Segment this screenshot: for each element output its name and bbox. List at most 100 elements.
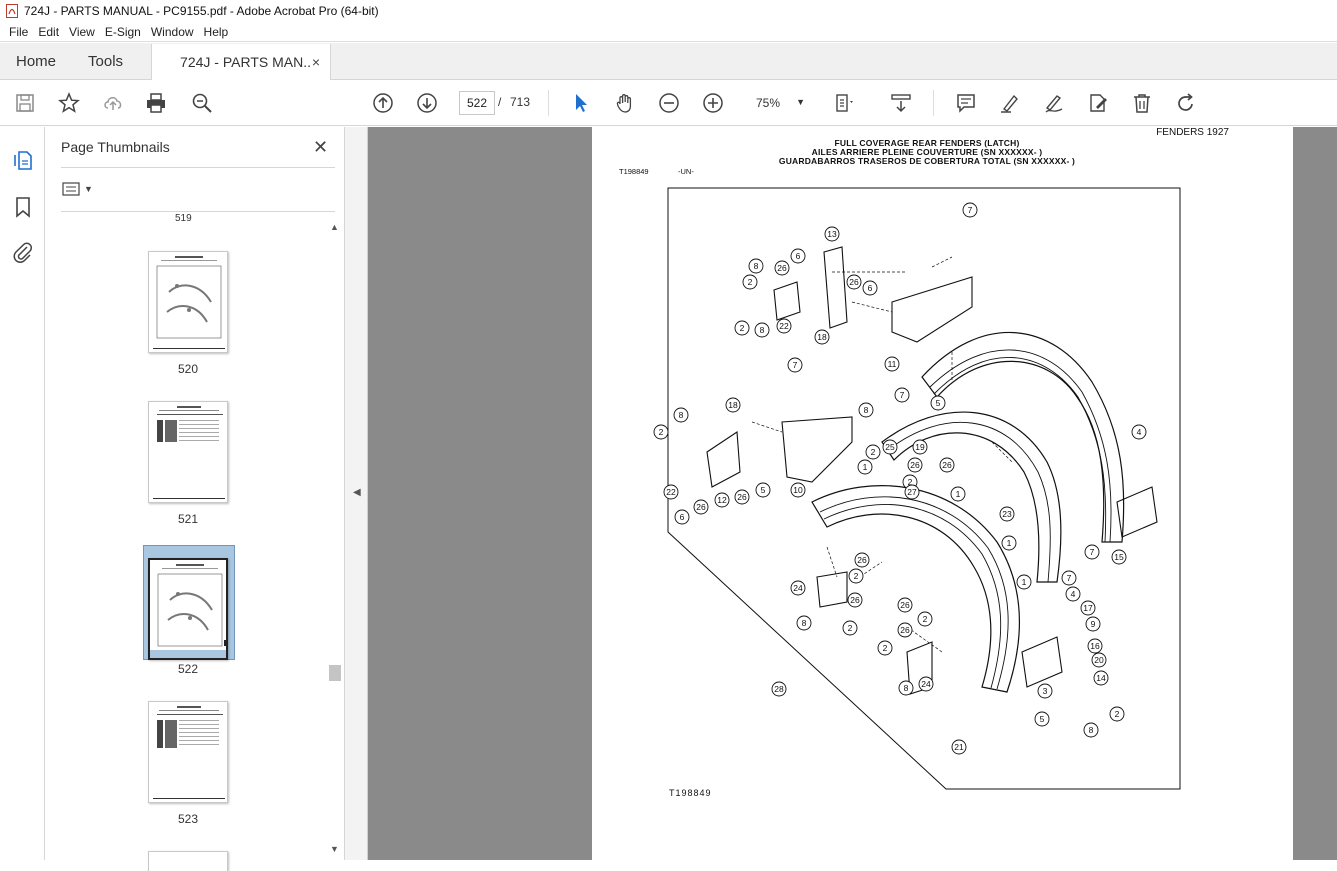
callout-balloon: 26: [734, 489, 750, 505]
callout-number: 8: [754, 261, 759, 271]
thumbnail-scrollbar[interactable]: ▲ ▼: [329, 219, 341, 859]
callout-balloon: 1: [857, 459, 873, 475]
zoom-in-icon[interactable]: [701, 91, 725, 115]
callout-number: 25: [885, 442, 895, 452]
page-thumbnails-icon[interactable]: [11, 148, 35, 172]
callout-number: 3: [1043, 686, 1048, 696]
callout-balloon: 2: [742, 274, 758, 290]
thumbnail-page-521[interactable]: [148, 401, 228, 503]
callout-balloon: 5: [755, 482, 771, 498]
select-cursor-icon[interactable]: [569, 91, 593, 115]
menu-help[interactable]: Help: [199, 25, 234, 39]
collapse-panel-icon[interactable]: ◀: [353, 487, 361, 498]
callout-number: 5: [761, 485, 766, 495]
panel-divider: [61, 167, 335, 168]
scroll-up-icon[interactable]: ▲: [330, 222, 339, 232]
callout-balloon: 7: [894, 387, 910, 403]
thumbnail-page-partial[interactable]: [148, 851, 228, 871]
callout-balloon: 6: [862, 280, 878, 296]
page-number-input[interactable]: [459, 91, 495, 115]
close-panel-button[interactable]: ✕: [313, 137, 328, 158]
hand-tool-icon[interactable]: [613, 91, 637, 115]
callout-balloon: 8: [898, 680, 914, 696]
callout-number: 11: [888, 359, 897, 369]
scroll-mode-icon[interactable]: [889, 91, 913, 115]
menu-window[interactable]: Window: [146, 25, 199, 39]
callout-balloon: 1: [1016, 574, 1032, 590]
callout-balloon: 24: [790, 580, 806, 596]
callout-number: 7: [900, 390, 905, 400]
panel-splitter[interactable]: ◀: [345, 127, 368, 860]
callout-number: 13: [827, 229, 837, 239]
tab-document[interactable]: 724J - PARTS MAN... ×: [151, 44, 332, 80]
tab-bar: Home Tools 724J - PARTS MAN... ×: [0, 43, 1337, 80]
callout-balloon: 8: [673, 407, 689, 423]
callout-number: 26: [850, 595, 860, 605]
close-tab-button[interactable]: ×: [312, 54, 320, 70]
menu-esign[interactable]: E-Sign: [100, 25, 146, 39]
callout-balloon: 26: [693, 499, 709, 515]
cloud-upload-icon[interactable]: [101, 91, 125, 115]
left-navigation-rail: [0, 127, 45, 860]
scrollbar-thumb[interactable]: [329, 665, 341, 681]
print-icon[interactable]: [144, 91, 168, 115]
delete-trash-icon[interactable]: [1130, 91, 1154, 115]
callout-balloon: 17: [1080, 600, 1096, 616]
callout-balloon: 2: [653, 424, 669, 440]
zoom-level-select[interactable]: 75% ▼: [743, 91, 813, 115]
highlight-pen-icon[interactable]: [998, 91, 1022, 115]
callout-number: 5: [936, 398, 941, 408]
callout-balloon: 21: [951, 739, 967, 755]
callout-number: 28: [774, 684, 784, 694]
previous-page-icon[interactable]: [371, 91, 395, 115]
callout-number: 8: [904, 683, 909, 693]
save-icon[interactable]: [13, 91, 37, 115]
callout-balloon: 26: [897, 597, 913, 613]
callout-number: 8: [760, 325, 765, 335]
bookmark-star-icon[interactable]: [57, 91, 81, 115]
scroll-down-icon[interactable]: ▼: [330, 844, 339, 854]
callout-number: 14: [1096, 673, 1106, 683]
toolbar-divider: [933, 90, 934, 116]
thumbnail-options-button[interactable]: ▼: [62, 182, 93, 196]
callout-number: 1: [863, 462, 868, 472]
callout-balloon: 2: [1109, 706, 1125, 722]
callout-balloon: 8: [858, 402, 874, 418]
draw-signature-icon[interactable]: [1042, 91, 1066, 115]
thumbnail-page-520[interactable]: [148, 251, 228, 353]
attachments-paperclip-icon[interactable]: [11, 240, 35, 264]
page-thumbnails-panel: Page Thumbnails ✕ ▼ 519 520 521 522 523 …: [45, 127, 345, 871]
callout-balloon: 7: [1084, 544, 1100, 560]
menu-file[interactable]: File: [4, 25, 33, 39]
thumbnail-table-image: [153, 406, 225, 499]
rotate-icon[interactable]: [1174, 91, 1198, 115]
callout-number: 2: [748, 277, 753, 287]
tab-tools[interactable]: Tools: [72, 43, 139, 79]
footer-figure-reference: T198849: [669, 788, 712, 798]
callout-number: 12: [717, 495, 727, 505]
callout-number: 26: [900, 600, 910, 610]
next-page-icon[interactable]: [415, 91, 439, 115]
edit-document-icon[interactable]: [1086, 91, 1110, 115]
callout-number: 1: [1022, 577, 1027, 587]
menu-view[interactable]: View: [64, 25, 100, 39]
tab-home[interactable]: Home: [0, 43, 72, 79]
thumbnail-table-image: [153, 706, 225, 799]
comment-icon[interactable]: [954, 91, 978, 115]
thumbnail-page-523[interactable]: [148, 701, 228, 803]
menu-edit[interactable]: Edit: [33, 25, 64, 39]
zoom-search-icon[interactable]: [190, 91, 214, 115]
thumbnail-page-522[interactable]: [148, 558, 228, 660]
page-display-icon[interactable]: [833, 91, 857, 115]
document-view[interactable]: FENDERS 1927 FULL COVERAGE REAR FENDERS …: [368, 127, 1337, 860]
callout-balloon: 15: [1111, 549, 1127, 565]
figure-reference: T198849: [619, 167, 649, 176]
zoom-out-icon[interactable]: [657, 91, 681, 115]
bookmarks-icon[interactable]: [11, 195, 35, 219]
callout-number: 2: [659, 427, 664, 437]
callout-number: 8: [679, 410, 684, 420]
callout-number: 18: [817, 332, 827, 342]
callout-number: 26: [777, 263, 787, 273]
callout-balloon: 26: [774, 260, 790, 276]
zoom-level-value: 75%: [756, 96, 781, 110]
